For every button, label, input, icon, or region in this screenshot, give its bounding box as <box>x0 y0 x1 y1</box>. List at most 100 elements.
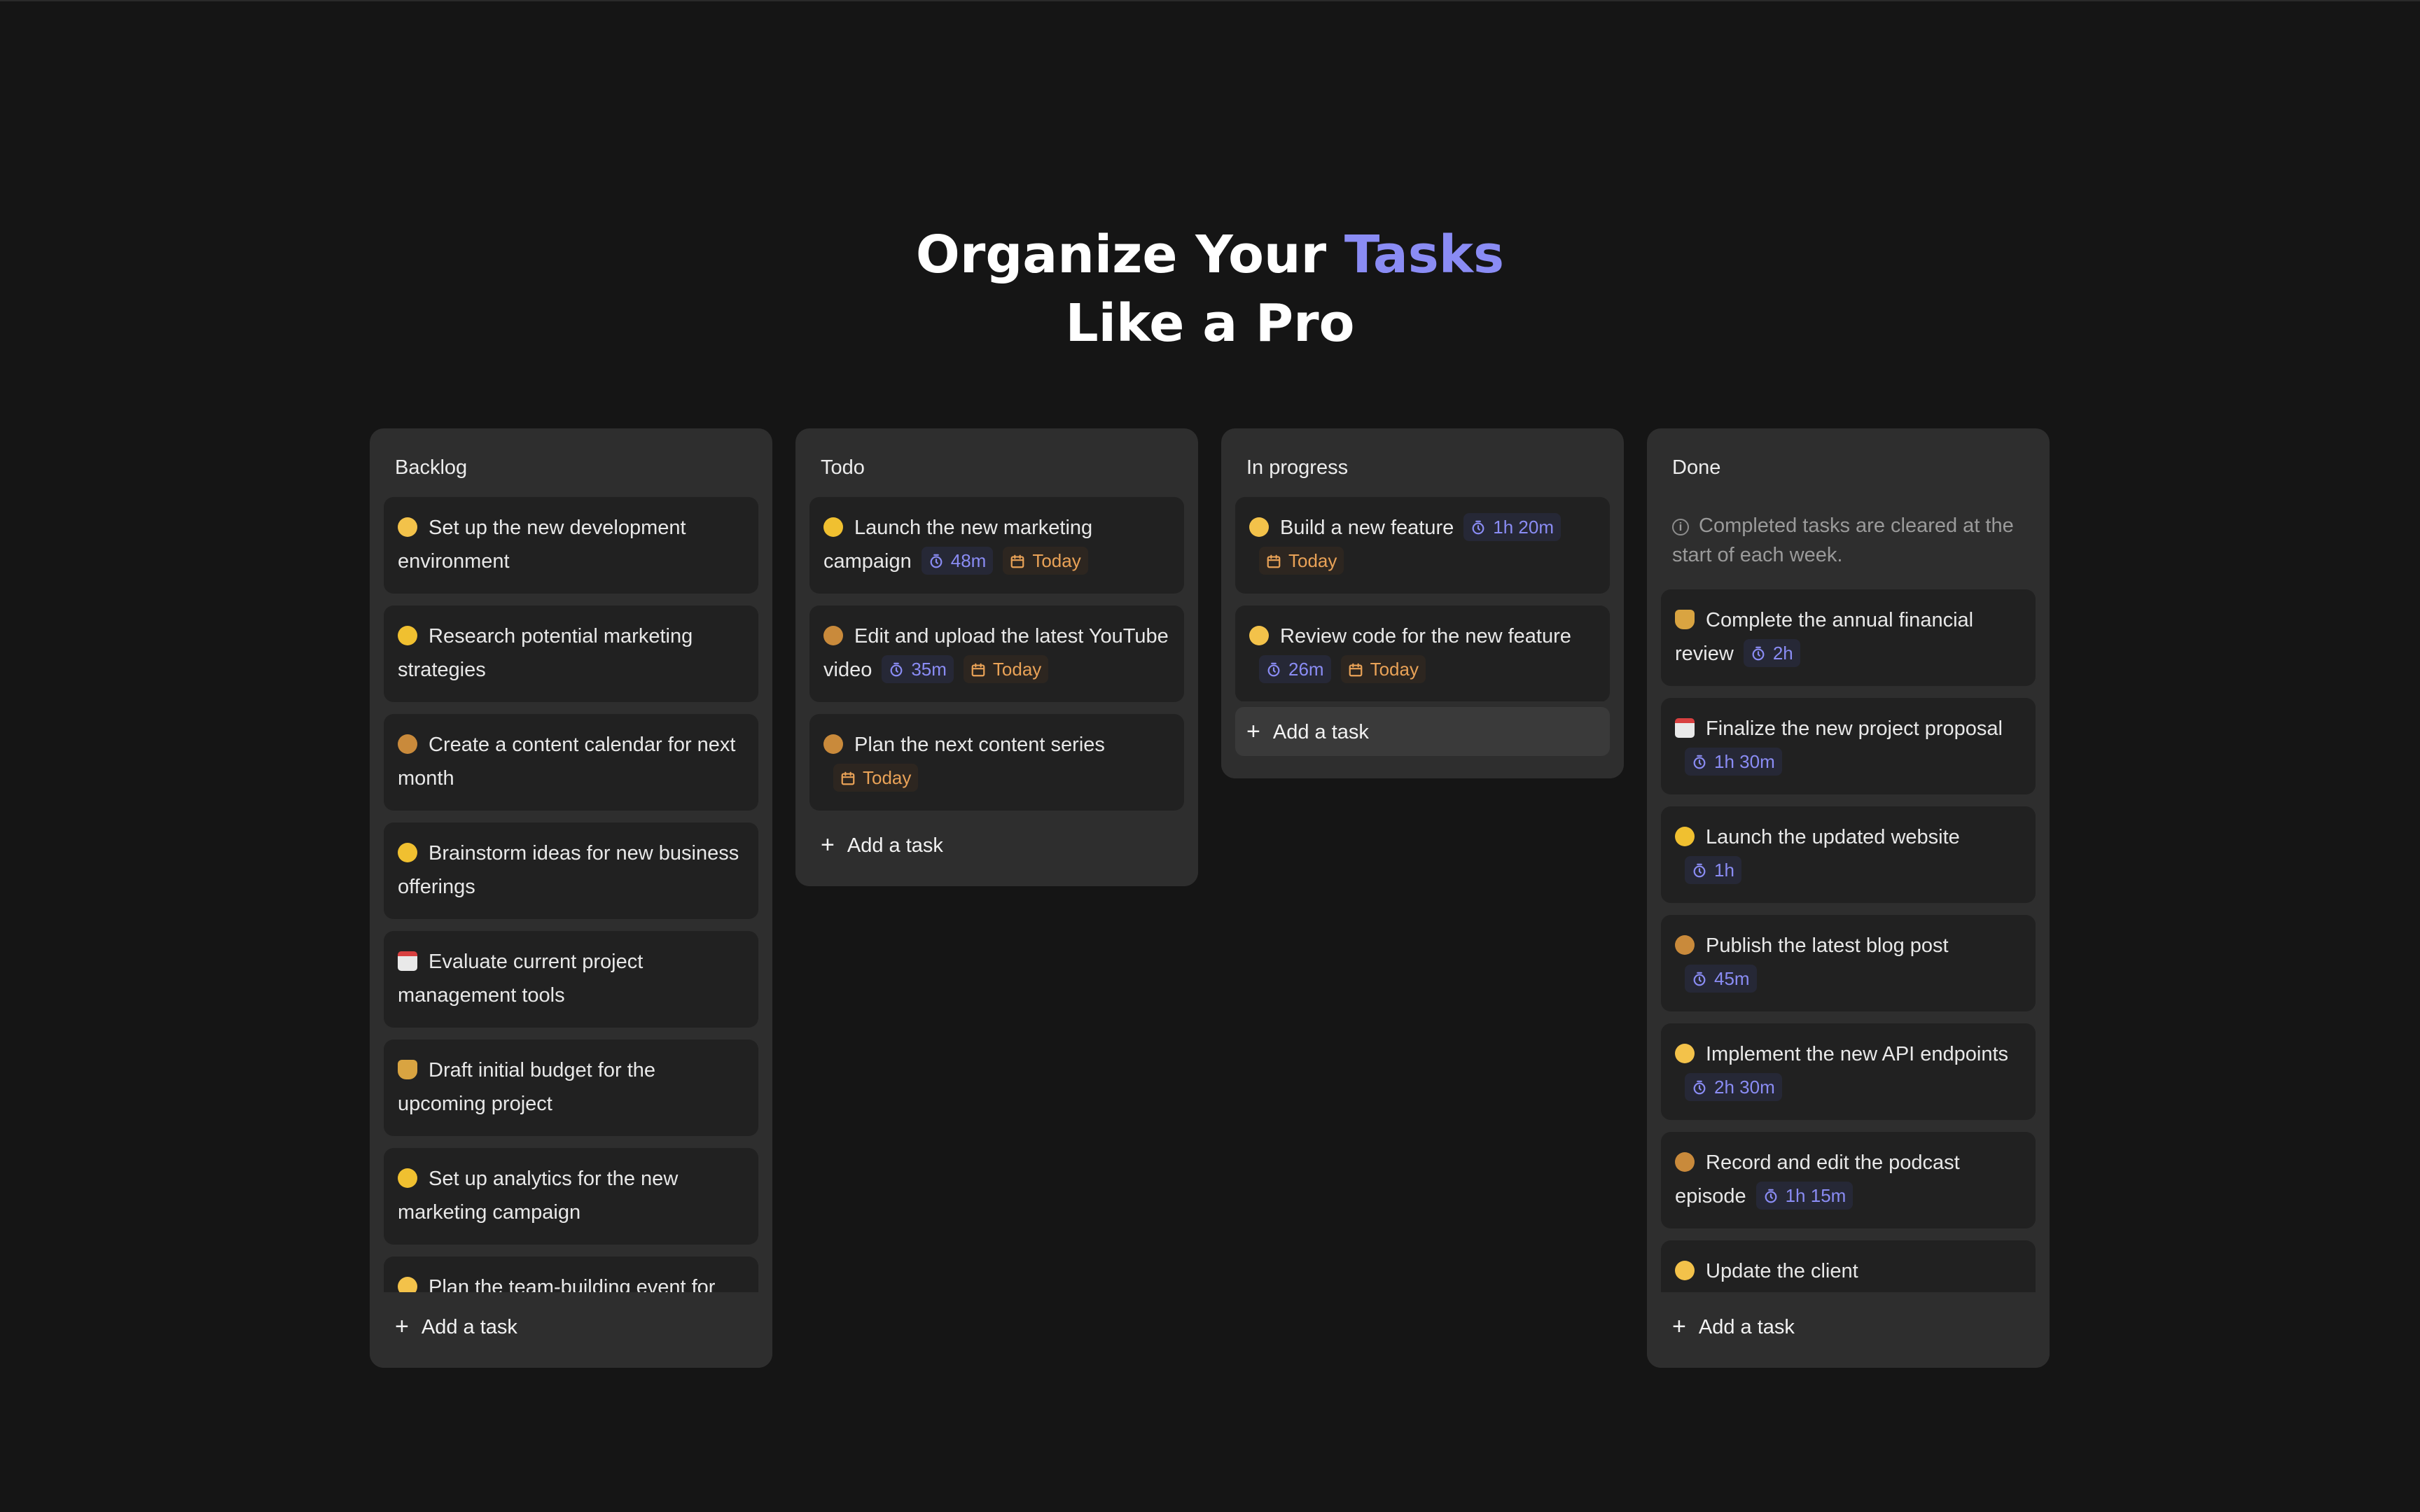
task-title: Review code for the new feature <box>1280 625 1571 648</box>
duration-badge: 1h 15m <box>1755 1182 1854 1210</box>
window-top-border <box>0 0 2420 1</box>
timer-icon <box>1692 968 1714 989</box>
duration-value: 35m <box>911 659 947 680</box>
task-card[interactable]: Edit and upload the latest YouTube video… <box>809 606 1184 702</box>
person-icon <box>1675 1261 1695 1280</box>
grin-icon <box>398 626 417 645</box>
add-task-button[interactable]: + Add a task <box>384 1302 758 1351</box>
duration-badge: 1h 30m <box>1685 748 1782 776</box>
task-card[interactable]: Launch the updated website 1h <box>1661 806 2036 903</box>
task-card[interactable]: Set up analytics for the new marketing c… <box>384 1148 758 1245</box>
task-card[interactable]: Set up the new development environment <box>384 497 758 594</box>
task-card[interactable]: Finalize the new project proposal 1h 30m <box>1661 698 2036 794</box>
plus-icon: + <box>1246 718 1260 745</box>
task-card[interactable]: Create a content calendar for next month <box>384 714 758 811</box>
duration-value: 1h <box>1714 860 1734 881</box>
task-card[interactable]: Record and edit the podcast episode 1h 15… <box>1661 1132 2036 1228</box>
task-title: Implement the new API endpoints <box>1706 1043 2009 1065</box>
timer-icon <box>1763 1185 1786 1206</box>
due-date-value: Today <box>863 767 912 788</box>
task-card[interactable]: Publish the latest blog post 45m <box>1661 915 2036 1011</box>
task-card[interactable]: Plan the next content series Today <box>809 714 1184 811</box>
person-icon <box>1249 626 1269 645</box>
add-task-button[interactable]: + Add a task <box>809 820 1184 869</box>
duration-badge: 1h 20m <box>1463 513 1562 541</box>
grin-icon <box>398 1168 417 1188</box>
duration-value: 2h 30m <box>1714 1077 1775 1098</box>
timer-icon <box>889 659 911 680</box>
calendar-icon <box>1675 718 1695 738</box>
due-date-badge: Today <box>1340 655 1426 683</box>
add-task-label: Add a task <box>847 834 943 857</box>
title-line-2: Like a Pro <box>1065 293 1355 354</box>
plus-icon: + <box>821 832 835 858</box>
column-title: Backlog <box>395 456 468 479</box>
timer-icon <box>1692 751 1714 772</box>
timer-icon <box>1692 1077 1714 1098</box>
task-list: Set up the new development environment Re… <box>384 497 758 1294</box>
task-card[interactable]: Plan the team-building event for <box>384 1256 758 1294</box>
task-list: Launch the new marketing campaign 48m Toda… <box>809 497 1184 819</box>
duration-value: 1h 20m <box>1493 517 1555 538</box>
duration-badge: 35m <box>882 655 954 683</box>
duration-badge: 2h 30m <box>1685 1073 1782 1101</box>
duration-value: 48m <box>950 550 987 571</box>
task-title: Build a new feature <box>1280 517 1454 539</box>
add-task-label: Add a task <box>1698 1316 1795 1338</box>
task-card[interactable]: Research potential marketing strategies <box>384 606 758 702</box>
task-title: Complete the annual financial review <box>1675 609 1974 665</box>
task-title: Finalize the new project proposal <box>1706 718 2003 740</box>
task-card[interactable]: Implement the new API endpoints 2h 30m <box>1661 1023 2036 1120</box>
palette-icon <box>823 734 843 754</box>
title-accent: Tasks <box>1344 225 1505 285</box>
due-date-badge: Today <box>833 764 919 792</box>
plus-icon: + <box>395 1313 409 1340</box>
column-todo: Todo Launch the new marketing campaign 48… <box>795 428 1198 886</box>
duration-value: 1h 15m <box>1785 1185 1847 1206</box>
task-card[interactable]: Build a new feature 1h 20m Today <box>1235 497 1610 594</box>
task-card[interactable]: Launch the new marketing campaign 48m Toda… <box>809 497 1184 594</box>
column-done: Done i Completed tasks are cleared at the… <box>1647 428 2050 1368</box>
palette-icon <box>1675 935 1695 955</box>
grin-icon <box>1675 827 1695 846</box>
due-date-value: Today <box>1288 550 1337 571</box>
due-date-value: Today <box>1032 550 1081 571</box>
person-icon <box>1249 517 1269 537</box>
duration-value: 26m <box>1288 659 1324 680</box>
done-info-note: i Completed tasks are cleared at the star… <box>1672 511 2022 570</box>
task-title: Evaluate current project management tool… <box>398 951 644 1007</box>
money-bag-icon <box>1675 610 1695 629</box>
timer-icon <box>929 550 951 571</box>
add-task-button[interactable]: + Add a task <box>1661 1302 2036 1351</box>
person-icon <box>1675 1044 1695 1063</box>
duration-badge: 48m <box>921 547 994 575</box>
task-title: Set up the new development environment <box>398 517 686 573</box>
task-title: Set up analytics for the new marketing c… <box>398 1168 679 1224</box>
task-title: Draft initial budget for the upcoming pr… <box>398 1059 656 1115</box>
task-title: Launch the updated website <box>1706 826 1960 848</box>
done-info-text: Completed tasks are cleared at the start… <box>1672 514 2014 566</box>
due-date-value: Today <box>1370 659 1419 680</box>
task-title: Plan the team-building event for <box>429 1276 716 1294</box>
task-card[interactable]: Complete the annual financial review 2h <box>1661 589 2036 686</box>
palette-icon <box>1675 1152 1695 1172</box>
person-icon <box>398 1277 417 1294</box>
task-title: Research potential marketing strategies <box>398 625 693 681</box>
grin-icon <box>398 843 417 862</box>
task-title: Publish the latest blog post <box>1706 934 1949 957</box>
duration-value: 2h <box>1772 643 1793 664</box>
duration-badge: 45m <box>1685 965 1757 993</box>
task-card[interactable]: Review code for the new feature 26m Today <box>1235 606 1610 702</box>
task-card[interactable]: Evaluate current project management tool… <box>384 931 758 1028</box>
column-in-progress: In progress Build a new feature 1h 20m Tod… <box>1221 428 1624 778</box>
task-title: Update the client <box>1706 1260 1858 1282</box>
task-card[interactable]: Update the client <box>1661 1240 2036 1294</box>
calendar-outline-icon <box>1348 659 1370 680</box>
duration-badge: 26m <box>1259 655 1331 683</box>
duration-value: 1h 30m <box>1714 751 1775 772</box>
title-line-1: Organize Your Tasks <box>0 220 2420 289</box>
add-task-button[interactable]: + Add a task <box>1235 707 1610 756</box>
task-card[interactable]: Draft initial budget for the upcoming pr… <box>384 1040 758 1136</box>
add-task-label: Add a task <box>421 1316 517 1338</box>
task-card[interactable]: Brainstorm ideas for new business offeri… <box>384 822 758 919</box>
